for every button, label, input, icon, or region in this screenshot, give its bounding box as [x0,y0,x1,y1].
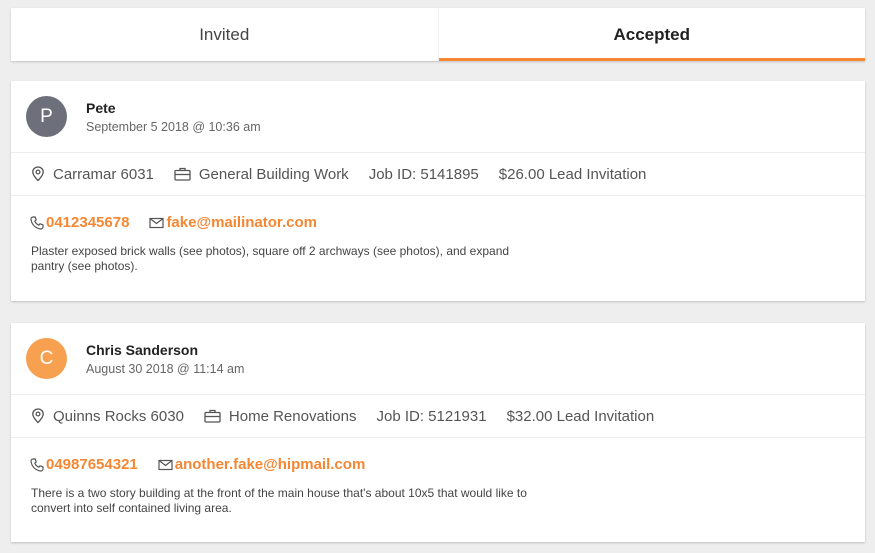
job-id: Job ID: 5121931 [376,407,487,425]
briefcase-icon [204,409,221,423]
lead-description: There is a two story building at the fro… [31,486,527,515]
lead-tabs: Invited Accepted [11,8,865,61]
lead-description: Plaster exposed brick walls (see photos)… [31,244,510,273]
location-text: Quinns Rocks 6030 [53,407,184,425]
lead-category: General Building Work [174,166,349,183]
lead-card[interactable]: C Chris Sanderson August 30 2018 @ 11:14… [11,323,865,542]
location-pin-icon [32,408,44,424]
phone-icon [30,215,44,230]
email-address[interactable]: fake@mailinator.com [166,214,317,231]
location-pin-icon [32,166,44,182]
category-text: Home Renovations [228,407,357,425]
lead-header: C Chris Sanderson August 30 2018 @ 11:14… [11,323,865,395]
lead-card[interactable]: P Pete September 5 2018 @ 10:36 am Carra… [11,81,865,301]
avatar: P [26,96,67,137]
lead-details: Carramar 6031 General Building Work Job … [11,153,865,196]
tab-invited[interactable]: Invited [11,8,438,61]
lead-location: Carramar 6031 [31,166,154,183]
lead-category: Home Renovations [204,407,357,425]
job-id: Job ID: 5141895 [368,165,479,183]
phone-icon [30,457,44,472]
phone-number[interactable]: 04987654321 [46,456,138,473]
tab-accepted[interactable]: Accepted [437,8,866,61]
phone-link[interactable]: 0412345678 [30,214,129,231]
envelope-icon [149,217,165,228]
lead-location: Quinns Rocks 6030 [31,408,184,425]
email-link[interactable]: fake@mailinator.com [149,214,317,231]
lead-name: Pete [86,99,116,116]
lead-date: August 30 2018 @ 11:14 am [86,361,245,376]
email-link[interactable]: another.fake@hipmail.com [158,456,366,473]
lead-contact: 04987654321 another.fake@hipmail.com [11,438,865,473]
briefcase-icon [174,167,191,181]
category-text: General Building Work [198,165,349,183]
phone-link[interactable]: 04987654321 [30,456,138,473]
location-text: Carramar 6031 [53,165,154,183]
envelope-icon [158,459,173,470]
lead-price: $26.00 Lead Invitation [498,165,647,183]
lead-contact: 0412345678 fake@mailinator.com [11,196,865,231]
lead-header: P Pete September 5 2018 @ 10:36 am [11,81,865,153]
avatar: C [26,338,67,379]
email-address[interactable]: another.fake@hipmail.com [175,456,366,473]
phone-number[interactable]: 0412345678 [46,214,129,231]
lead-name: Chris Sanderson [86,341,199,358]
lead-date: September 5 2018 @ 10:36 am [86,119,261,134]
lead-details: Quinns Rocks 6030 Home Renovations Job I… [11,395,865,438]
lead-price: $32.00 Lead Invitation [506,407,655,425]
